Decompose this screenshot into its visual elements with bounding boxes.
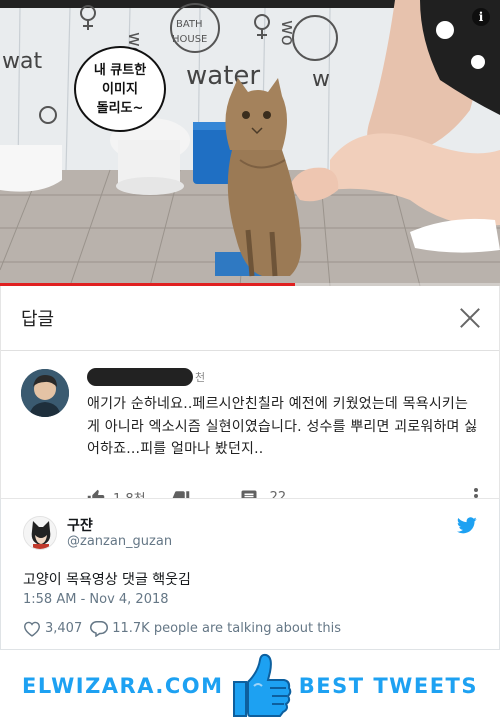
svg-text:wat: wat (2, 49, 42, 74)
author-name-redacted (87, 368, 193, 386)
heart-icon (23, 621, 41, 637)
tweet-conversation-link[interactable]: 11.7K people are talking about this (90, 620, 341, 637)
tweet-timestamp[interactable]: 1:58 AM - Nov 4, 2018 (23, 592, 169, 607)
speech-bubble-caption: 내 큐트한 이미지 돌리도~ (74, 46, 166, 132)
tweet-handle[interactable]: @zanzan_guzan (67, 534, 172, 549)
speech-bubble-icon (90, 621, 109, 637)
tweet-stats: 3,407 11.7K people are talking about thi… (23, 620, 341, 637)
comment: 천 애기가 순하네요..페르시안친칠라 예전에 키웠었는데 목욕시키는게 아니라… (1, 351, 499, 509)
video-player[interactable]: BATH HOUSE water wat w wo wo i 내 큐트한 이미지… (0, 0, 500, 286)
tweet-like-count: 3,407 (45, 621, 83, 636)
svg-text:HOUSE: HOUSE (172, 34, 207, 45)
avatar-image (21, 369, 69, 417)
comment-body: 천 애기가 순하네요..페르시안친칠라 예전에 키웠었는데 목욕시키는게 아니라… (87, 367, 479, 509)
svg-text:BATH: BATH (176, 19, 203, 30)
twitter-logo-icon (456, 517, 477, 534)
site-brand[interactable]: ELWIZARA.COM (22, 674, 224, 698)
replies-header: 답글 (1, 286, 499, 351)
thumbs-up-logo-icon (228, 652, 292, 722)
info-icon[interactable]: i (472, 8, 490, 26)
comment-author-row: 천 (87, 367, 479, 387)
tweet-card[interactable]: 구쟌 @zanzan_guzan 고양이 목욕영상 댓글 핵웃김 1:58 AM… (0, 498, 500, 650)
svg-text:wo: wo (277, 20, 298, 46)
replies-panel: 답글 천 애기가 순하네요..페르시안친칠라 예전에 키웠었는데 목욕시키는게 … (0, 286, 500, 507)
tweet-avatar[interactable] (23, 516, 57, 550)
tweet-display-name[interactable]: 구쟌 (67, 515, 93, 535)
svg-text:w: w (312, 67, 330, 92)
avatar[interactable] (21, 369, 69, 417)
thumbs-up-icon (233, 653, 292, 717)
author-name-suffix: 천 (195, 371, 206, 384)
tweet-text: 고양이 목욕영상 댓글 핵웃김 (23, 572, 191, 588)
replies-title: 답글 (21, 309, 55, 330)
tweet-talking-count: 11.7K people are talking about this (112, 621, 341, 636)
comment-text: 애기가 순하네요..페르시안친칠라 예전에 키웠었는데 목욕시키는게 아니라 엑… (87, 396, 478, 457)
tweet-like-button[interactable]: 3,407 (23, 621, 82, 637)
svg-text:water: water (186, 61, 260, 91)
best-tweets-label: BEST TWEETS (298, 674, 478, 698)
footer-banner: ELWIZARA.COM BEST TWEETS (0, 650, 500, 722)
cat-avatar-icon (24, 517, 56, 549)
close-icon[interactable] (459, 307, 481, 329)
video-frame: BATH HOUSE water wat w wo wo (0, 0, 500, 286)
twitter-bird-icon[interactable] (456, 517, 477, 538)
